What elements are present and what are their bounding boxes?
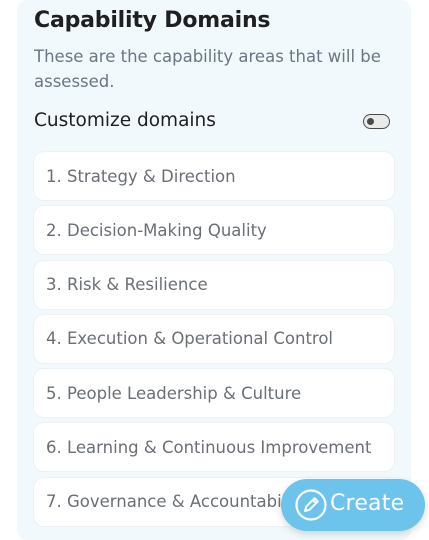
section-subtitle: These are the capability areas that will…: [34, 47, 381, 91]
create-button[interactable]: Create: [281, 479, 425, 531]
domain-list: 1. Strategy & Direction 2. Decision-Maki…: [34, 152, 394, 532]
domain-item[interactable]: 5. People Leadership & Culture: [34, 369, 394, 418]
section-title: Capability Domains: [34, 8, 271, 33]
pencil-icon: [295, 489, 327, 521]
toggle-knob: [367, 117, 374, 125]
customize-domains-label: Customize domains: [34, 110, 216, 131]
domain-item[interactable]: 1. Strategy & Direction: [34, 152, 394, 200]
customize-domains-toggle[interactable]: [363, 114, 390, 129]
domain-item[interactable]: 6. Learning & Continuous Improvement: [34, 423, 394, 472]
create-button-label: Create: [330, 491, 405, 516]
domain-item[interactable]: 4. Execution & Operational Control: [34, 314, 394, 363]
domain-item[interactable]: 3. Risk & Resilience: [34, 260, 394, 309]
domain-item[interactable]: 2. Decision-Making Quality: [34, 206, 394, 255]
capability-domains-panel: Capability Domains These are the capabil…: [17, 0, 411, 540]
